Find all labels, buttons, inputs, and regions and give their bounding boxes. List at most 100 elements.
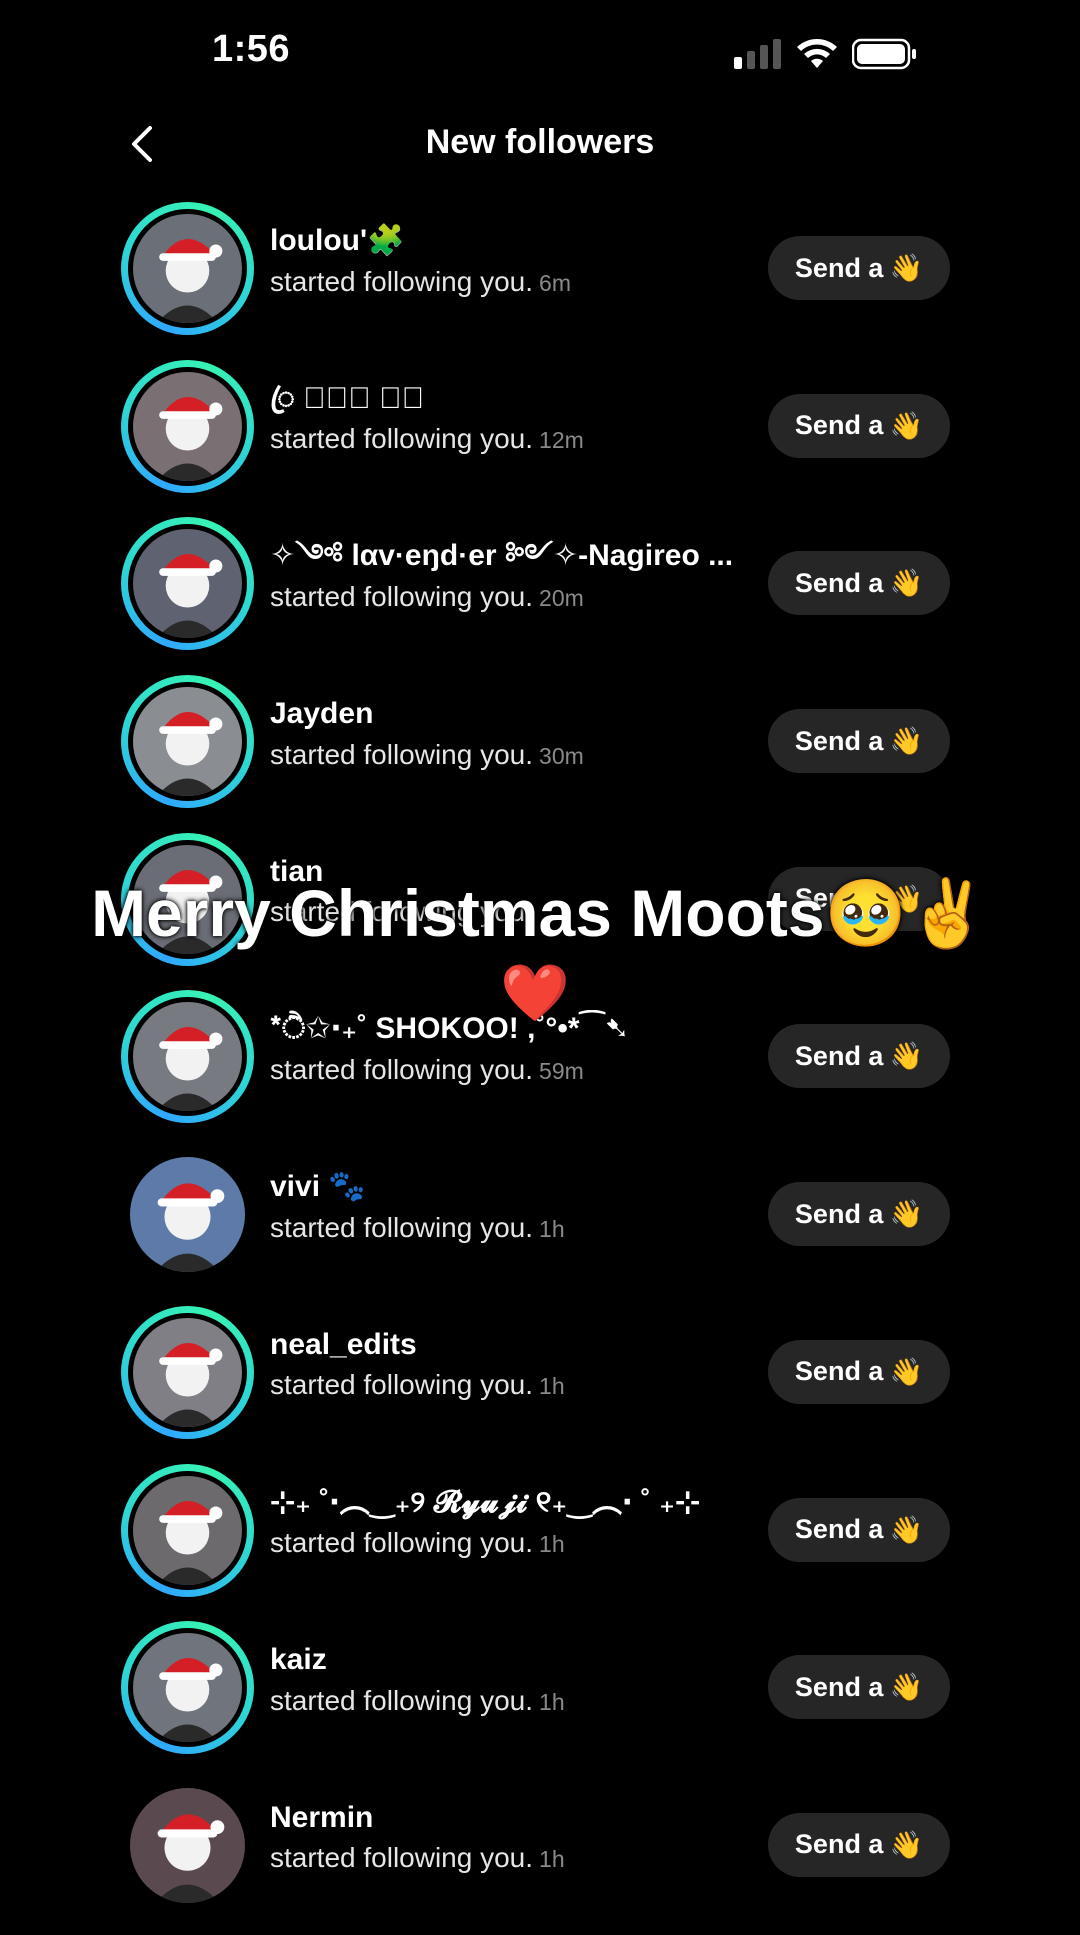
avatar-illustration	[133, 371, 242, 481]
follower-row[interactable]: Jayden started following you. 30m Send a 👋	[0, 673, 1080, 831]
follower-row[interactable]: Nermin started following you. 1h Send a 👋	[0, 1777, 1080, 1935]
follower-text: vivi 🐾 started following you. 1h	[270, 1168, 740, 1244]
follower-row[interactable]: loulou'🧩 started following you. 6m Send a 👋	[0, 200, 1080, 358]
send-wave-button[interactable]: Send a 👋	[768, 1024, 950, 1089]
wave-icon: 👋	[889, 1829, 924, 1860]
avatar[interactable]	[121, 1305, 254, 1439]
send-wave-button[interactable]: Send a 👋	[768, 1182, 950, 1247]
avatar-image	[133, 529, 242, 639]
avatar[interactable]	[121, 1779, 254, 1912]
nav-bar: New followers	[0, 105, 1080, 185]
avatar-image	[133, 371, 242, 481]
username[interactable]: loulou'🧩	[270, 222, 740, 260]
follower-text: ✧༺ lαv·eŋd·er ༻✧-Nagireo ... started foll…	[270, 537, 740, 613]
battery-icon	[852, 38, 916, 70]
avatar-illustration	[133, 1475, 242, 1585]
activity-line: started following you. 12m	[270, 423, 740, 455]
avatar[interactable]	[121, 517, 254, 651]
wave-icon: 👋	[889, 253, 924, 283]
heart-emoji-overlay: ❤️	[500, 961, 570, 1024]
send-wave-button[interactable]: Send a 👋	[768, 236, 950, 300]
follower-row[interactable]: ⊹₊ ˚‧︵‿₊୨ 𝓡𝔂𝓾𝓳𝓲 ୧₊‿︵‧ ˚ ₊⊹ started follow…	[0, 1462, 1080, 1620]
wave-icon: 👋	[889, 1356, 924, 1387]
activity-text: started following you.	[270, 265, 534, 297]
activity-text: started following you.	[270, 1684, 534, 1716]
wave-icon: 👋	[889, 1199, 924, 1230]
username[interactable]: Nermin	[270, 1799, 740, 1837]
avatar[interactable]	[121, 1148, 254, 1281]
send-wave-label: Send a	[794, 725, 884, 756]
follower-row[interactable]: vivi 🐾 started following you. 1h Send a 👋	[0, 1146, 1080, 1304]
follower-text: loulou'🧩 started following you. 6m	[270, 222, 740, 298]
activity-line: started following you. 20m	[270, 581, 740, 613]
activity-line: started following you. 1h	[270, 1685, 740, 1717]
activity-line: started following you. 1h	[270, 1212, 740, 1244]
send-wave-label: Send a	[794, 1829, 884, 1860]
username[interactable]: kaiz	[270, 1641, 740, 1679]
avatar[interactable]	[121, 990, 254, 1124]
timestamp: 59m	[539, 1057, 584, 1084]
avatar-border	[128, 1312, 247, 1432]
send-wave-button[interactable]: Send a 👋	[768, 1339, 950, 1404]
avatar[interactable]	[121, 359, 254, 493]
avatar[interactable]	[121, 675, 254, 809]
avatar[interactable]	[121, 1621, 254, 1755]
timestamp: 6m	[539, 269, 571, 296]
username[interactable]: neal_edits	[270, 1326, 740, 1364]
avatar-border	[128, 209, 247, 328]
avatar-border	[128, 366, 247, 486]
activity-text: started following you.	[270, 738, 534, 770]
avatar-border	[128, 682, 247, 802]
avatar-illustration	[133, 1317, 242, 1427]
avatar-border	[128, 1470, 247, 1590]
follower-row[interactable]: ✧༺ lαv·eŋd·er ༻✧-Nagireo ... started foll…	[0, 515, 1080, 673]
username[interactable]: ꦿ 𝓝𝓪𝓽 ⋆ꦿ	[270, 380, 740, 418]
avatar-illustration	[133, 1002, 242, 1112]
follower-text: kaiz started following you. 1h	[270, 1641, 740, 1717]
activity-text: started following you.	[270, 1369, 534, 1401]
activity-text: started following you.	[270, 1053, 534, 1085]
avatar-image	[130, 1157, 245, 1273]
send-wave-label: Send a	[794, 1198, 884, 1229]
avatar-illustration	[133, 214, 242, 323]
send-wave-button[interactable]: Send a 👋	[768, 393, 950, 458]
follower-text: neal_edits started following you. 1h	[270, 1326, 740, 1402]
timestamp: 1h	[539, 1531, 565, 1557]
avatar-image	[133, 687, 242, 797]
send-wave-button[interactable]: Send a 👋	[768, 1497, 950, 1562]
wave-icon: 👋	[889, 1672, 924, 1703]
avatar-illustration	[130, 1157, 245, 1273]
avatar-image	[133, 1633, 242, 1743]
activity-text: started following you.	[270, 1842, 534, 1874]
send-wave-button[interactable]: Send a 👋	[768, 1812, 950, 1877]
follower-text: Nermin started following you. 1h	[270, 1799, 740, 1875]
wave-icon: 👋	[889, 1041, 924, 1072]
username[interactable]: ⊹₊ ˚‧︵‿₊୨ 𝓡𝔂𝓾𝓳𝓲 ୧₊‿︵‧ ˚ ₊⊹	[270, 1484, 740, 1522]
follower-row[interactable]: neal_edits started following you. 1h Send a…	[0, 1304, 1080, 1462]
send-wave-label: Send a	[794, 1040, 884, 1071]
avatar-illustration	[133, 687, 242, 797]
page-title: New followers	[425, 123, 655, 161]
activity-text: started following you.	[270, 423, 534, 455]
status-time: 1:56	[212, 28, 291, 70]
follower-row[interactable]: kaiz started following you. 1h Send a 👋	[0, 1619, 1080, 1777]
avatar-image	[133, 1317, 242, 1427]
timestamp: 20m	[539, 584, 584, 611]
send-wave-button[interactable]: Send a 👋	[768, 551, 950, 616]
send-wave-button[interactable]: Send a 👋	[768, 1655, 950, 1720]
activity-line: started following you. 1h	[270, 1527, 740, 1559]
avatar[interactable]	[121, 1463, 254, 1597]
username[interactable]: vivi 🐾	[270, 1168, 740, 1206]
send-wave-button[interactable]: Send a 👋	[768, 709, 950, 774]
follower-row[interactable]: ꦿ 𝓝𝓪𝓽 ⋆ꦿ started following you. 12m Send a 👋	[0, 358, 1080, 516]
avatar-image	[133, 1002, 242, 1112]
username[interactable]: Jayden	[270, 695, 740, 733]
username[interactable]: ✧༺ lαv·eŋd·er ༻✧-Nagireo ...	[270, 537, 740, 575]
avatar[interactable]	[121, 202, 254, 335]
follower-text: Jayden started following you. 30m	[270, 695, 740, 771]
avatar-border	[128, 1155, 247, 1275]
avatar-image	[133, 1475, 242, 1585]
activity-text: started following you.	[270, 1211, 534, 1243]
send-wave-label: Send a	[794, 410, 884, 441]
follower-text: ꦿ 𝓝𝓪𝓽 ⋆ꦿ started following you. 12m	[270, 380, 740, 456]
